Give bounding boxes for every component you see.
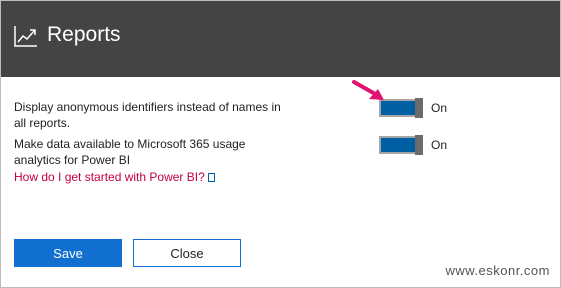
toggle-thumb: [415, 98, 423, 118]
power-bi-help-link[interactable]: How do I get started with Power BI?: [14, 170, 215, 184]
reports-panel: Reports Display anonymous identifiers in…: [0, 0, 561, 288]
trend-chart-icon: [14, 26, 37, 47]
setting-label-line: all reports.: [14, 116, 71, 130]
setting-label-line: analytics for Power BI: [14, 153, 131, 167]
watermark: www.eskonr.com: [445, 263, 550, 278]
setting-label-line: Display anonymous identifiers instead of…: [14, 100, 281, 114]
panel-title: Reports: [47, 23, 121, 46]
close-button[interactable]: Close: [133, 239, 241, 267]
setting-anonymous-identifiers-label: Display anonymous identifiers instead of…: [14, 99, 304, 131]
pointer-arrow-icon: [352, 80, 384, 100]
help-link-text: How do I get started with Power BI?: [14, 170, 205, 184]
toggle-thumb: [415, 135, 423, 155]
external-link-icon: [207, 173, 215, 183]
toggle-track: [379, 136, 419, 154]
toggle-state-label: On: [431, 101, 448, 115]
toggle-state-label: On: [431, 138, 448, 152]
panel-header: Reports: [1, 1, 560, 77]
save-button[interactable]: Save: [14, 239, 122, 267]
setting-usage-analytics-label: Make data available to Microsoft 365 usa…: [14, 136, 304, 168]
usage-analytics-toggle[interactable]: [379, 135, 423, 155]
setting-label-line: Make data available to Microsoft 365 usa…: [14, 137, 246, 151]
